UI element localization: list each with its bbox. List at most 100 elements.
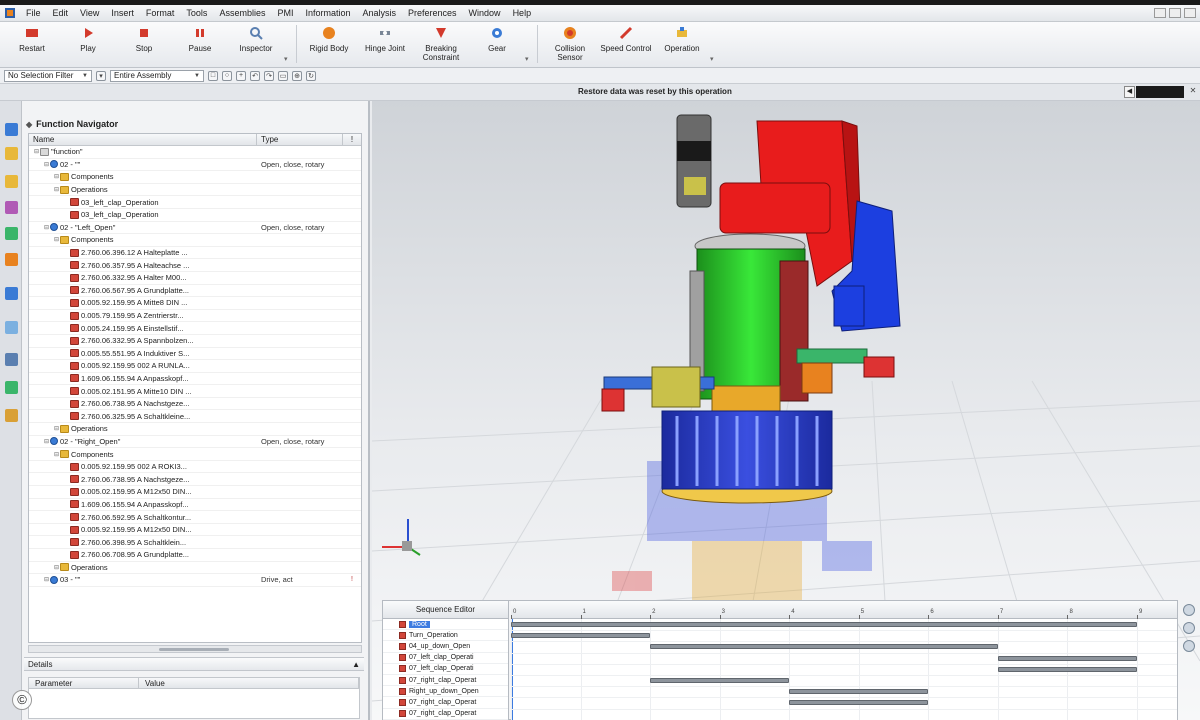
redo-icon[interactable]: ↷ [264,70,274,81]
sequence-row[interactable]: 07_right_clap_Operat [383,697,508,709]
menu-view[interactable]: View [74,8,105,18]
filter-options-icon[interactable]: ▾ [96,70,106,81]
sequence-row[interactable]: Right_up_down_Open [383,686,508,698]
tree-row[interactable]: ⊟ Components [29,171,361,184]
details-header[interactable]: Details ▲ [24,657,364,671]
tree-row[interactable]: 2.760.06.708.95 A Grundplatte... [29,549,361,562]
operation-bar[interactable] [789,689,929,695]
hinge-joint-button[interactable]: Hinge Joint [357,22,413,66]
system-materials-icon[interactable] [5,321,18,334]
close-icon[interactable] [1184,8,1196,18]
horizontal-scrollbar[interactable] [28,645,362,653]
column-value[interactable]: Value [139,678,359,688]
tree-row[interactable]: 1.609.06.155.94 A Anpasskopf... [29,499,361,512]
menu-tools[interactable]: Tools [180,8,213,18]
tree-row[interactable]: ⊟ 02 - "Left_Open" Open, close, rotary [29,222,361,235]
expand-toggle-icon[interactable]: ⊟ [53,451,60,458]
scrollbar-thumb[interactable] [159,648,229,651]
tree-row[interactable]: ⊟ 03 - "" Drive, act! [29,574,361,587]
column-flag[interactable]: ! [343,135,361,144]
menu-file[interactable]: File [20,8,47,18]
tree-row[interactable]: 2.760.06.567.95 A Grundplatte... [29,285,361,298]
navigator-tab-icon[interactable] [5,123,18,136]
expand-toggle-icon[interactable]: ⊟ [53,186,60,193]
operation-bar[interactable] [997,655,1137,661]
menu-preferences[interactable]: Preferences [402,8,463,18]
pause-button[interactable]: Pause [172,22,228,66]
menu-pmi[interactable]: PMI [271,8,299,18]
sequence-row[interactable]: Root [383,619,508,631]
tree-row[interactable]: 2.760.06.325.95 A Schaltkleine... [29,410,361,424]
menu-information[interactable]: Information [299,8,356,18]
menu-assemblies[interactable]: Assemblies [213,8,271,18]
tree-row[interactable]: 2.760.06.738.95 A Nachstgeze... [29,473,361,487]
expand-toggle-icon[interactable]: ⊟ [43,224,50,231]
tree-row[interactable]: 1.609.06.155.94 A Anpasskopf... [29,373,361,386]
sequence-row[interactable]: 07_right_clap_Operat [383,675,508,687]
undo-icon[interactable]: ↶ [250,70,260,81]
inspector-button[interactable]: Inspector [228,22,284,66]
tree-row[interactable]: 03_left_clap_Operation [29,209,361,222]
zoom-in-icon[interactable] [1183,604,1195,616]
pin-icon[interactable]: ◆ [26,120,32,129]
expand-toggle-icon[interactable]: ⊟ [53,564,60,571]
tree-row[interactable]: 2.760.06.332.95 A Spannbolzen... [29,335,361,348]
expand-toggle-icon[interactable]: ⊟ [33,148,40,155]
group-expand-icon[interactable]: ▾ [284,22,292,66]
collision-sensor-button[interactable]: Collision Sensor [542,22,598,66]
tree-row[interactable]: ⊟ Operations [29,184,361,197]
selection-filter-dropdown[interactable]: No Selection Filter ▼ [4,69,92,82]
sequence-row[interactable]: 04_up_down_Open [383,641,508,653]
rigid-body-button[interactable]: Rigid Body [301,22,357,66]
tree-row[interactable]: ⊟ Components [29,234,361,247]
tree-row[interactable]: 0.005.02.159.95 A M12x50 DIN... [29,486,361,499]
operation-bar[interactable] [650,644,998,650]
group-expand-icon[interactable]: ▾ [525,22,533,66]
tree-row[interactable]: 0.005.02.151.95 A Mitte10 DIN ... [29,385,361,398]
operation-button[interactable]: Operation [654,22,710,66]
stop-button[interactable]: Stop [116,22,172,66]
maximize-icon[interactable] [1169,8,1181,18]
column-type[interactable]: Type [257,134,343,146]
tree-row[interactable]: ⊟ 02 - "Right_Open" Open, close, rotary [29,436,361,449]
select-all-icon[interactable]: □ [208,70,218,81]
close-status-icon[interactable]: ✕ [1188,86,1198,98]
tree-row[interactable]: 0.005.92.159.95 002 A ROKI3... [29,461,361,474]
expand-toggle-icon[interactable]: ⊟ [53,425,60,432]
play-button[interactable]: Play [60,22,116,66]
tree-row[interactable]: ⊟ "function" [29,146,361,159]
operation-bar[interactable] [511,633,651,639]
menu-help[interactable]: Help [507,8,538,18]
tree-row[interactable]: 2.760.06.592.95 A Schaltkontur... [29,511,361,524]
gear-button[interactable]: Gear [469,22,525,66]
tree-row[interactable]: 03_left_clap_Operation [29,196,361,209]
operation-bar[interactable] [511,622,1137,627]
tree-row[interactable]: 0.005.92.159.95 A M12x50 DIN... [29,524,361,537]
expand-toggle-icon[interactable]: ⊟ [53,173,60,180]
menu-analysis[interactable]: Analysis [357,8,403,18]
speed-control-button[interactable]: Speed Control [598,22,654,66]
assembly-tab-icon[interactable] [5,147,18,160]
fit-timeline-icon[interactable] [1183,640,1195,652]
expand-toggle-icon[interactable]: ⊟ [43,576,50,583]
expand-toggle-icon[interactable]: ⊟ [43,438,50,445]
status-prev-icon[interactable]: ◀ [1124,86,1135,98]
roles-tab-icon[interactable] [5,253,18,266]
tree-row[interactable]: 2.760.06.396.12 A Halteplatte ... [29,247,361,260]
breaking-constraint-button[interactable]: Breaking Constraint [413,22,469,66]
time-ruler[interactable]: 0 1 2 3 4 5 6 7 8 9 [511,601,1177,619]
tree-row[interactable]: ⊟ 02 - "" Open, close, rotary [29,159,361,172]
tree-row[interactable]: ⊟ Operations [29,423,361,436]
tree-row[interactable]: 2.760.06.398.95 A Schaltklein... [29,536,361,549]
zoom-out-icon[interactable] [1183,622,1195,634]
process-studio-icon[interactable] [5,353,18,366]
tree-row[interactable]: ⊟ Components [29,448,361,461]
collapse-icon[interactable]: ▲ [352,660,360,669]
operation-bar[interactable] [650,678,790,683]
tree-row[interactable]: 0.005.55.551.95 A Induktiver S... [29,348,361,361]
expand-toggle-icon[interactable]: ⊟ [53,236,60,243]
tree-row[interactable]: 0.005.79.159.95 A Zentrierstr... [29,310,361,323]
palette-icon[interactable] [5,409,18,422]
column-name[interactable]: Name [29,134,257,146]
sequence-row[interactable]: 07_left_clap_Operati [383,664,508,675]
